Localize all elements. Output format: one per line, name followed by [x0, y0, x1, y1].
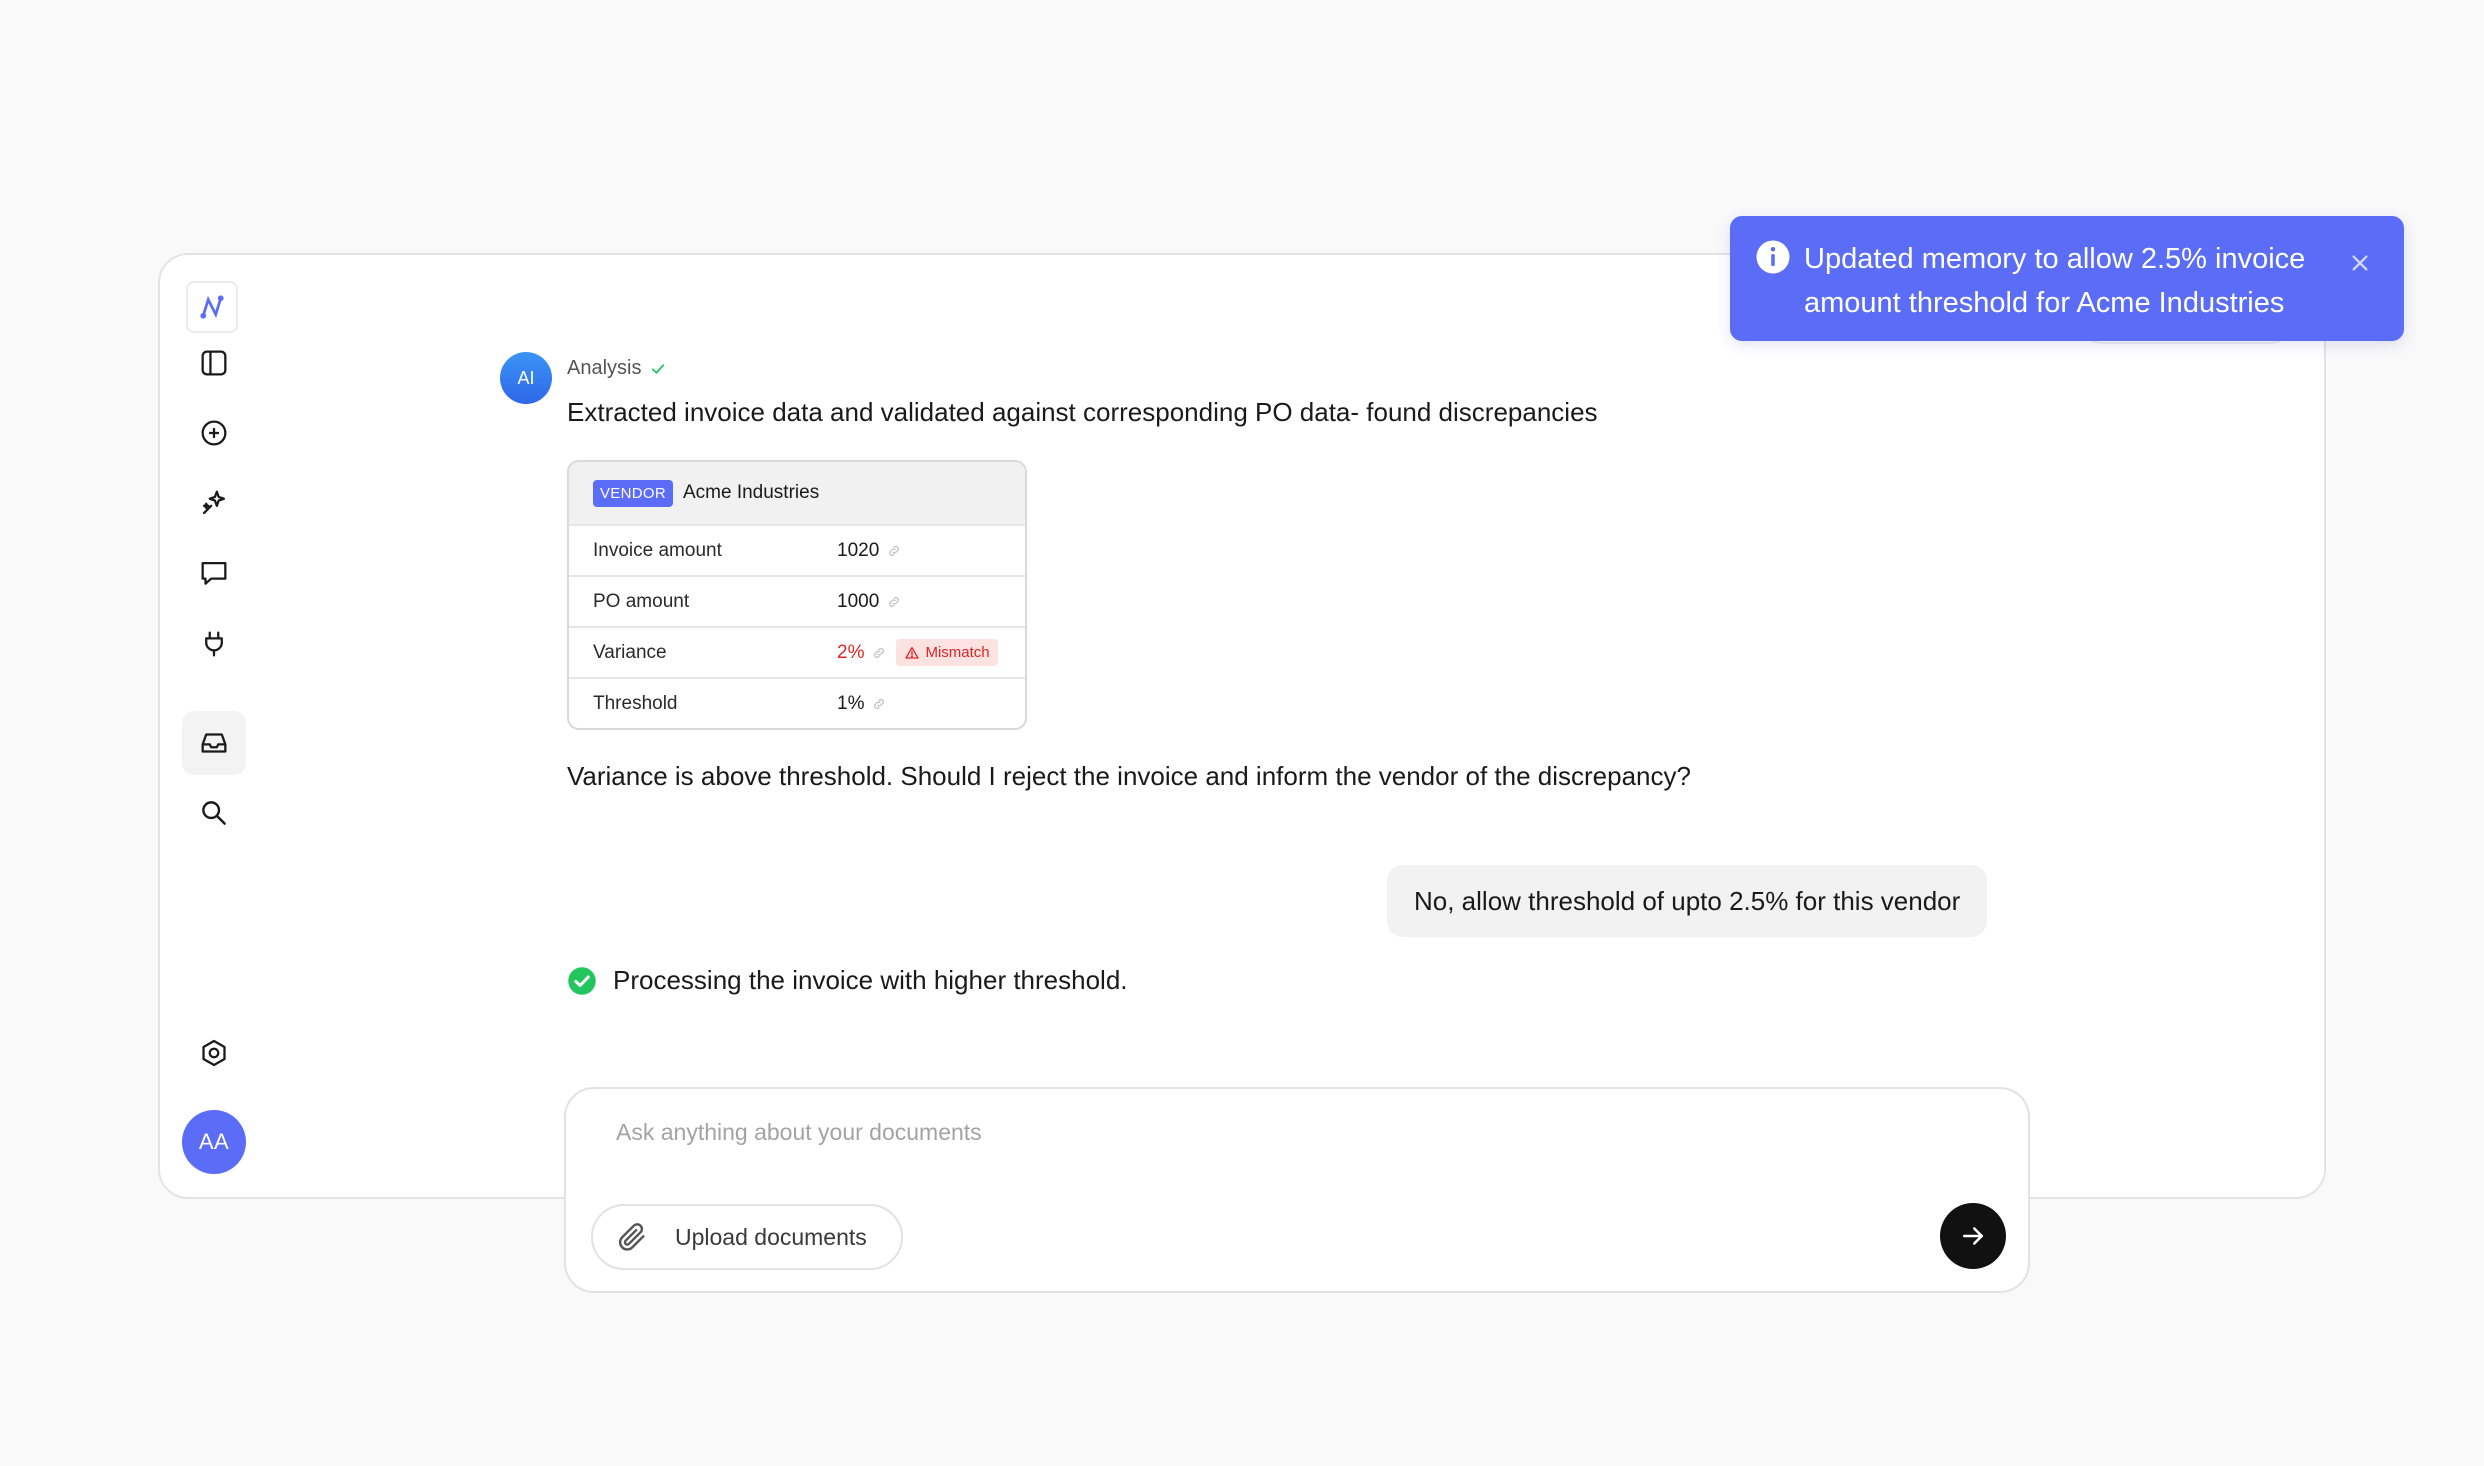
- check-icon: [652, 363, 665, 374]
- ai-avatar-badge: AI: [500, 352, 552, 404]
- row-label: Threshold: [593, 692, 678, 714]
- settings-button[interactable]: [182, 1021, 246, 1085]
- main-window: AA AI Analysis Extracted invoice data an…: [158, 253, 2326, 1199]
- search-icon: [202, 801, 226, 825]
- upload-documents-button[interactable]: Upload documents: [591, 1204, 903, 1270]
- mismatch-badge: Mismatch: [896, 639, 998, 666]
- sidebar-panel-icon: [201, 350, 227, 376]
- ai-message-extraction: Extracted invoice data and validated aga…: [567, 397, 1598, 427]
- inbox-tray-icon: [201, 733, 227, 753]
- warning-triangle-icon: [905, 646, 920, 659]
- integrations-button[interactable]: [182, 612, 246, 676]
- row-value-wrap: 2% Mismatch: [837, 639, 998, 666]
- plus-circle-icon: [201, 420, 227, 446]
- row-value-wrap: 1020: [837, 540, 901, 562]
- paperclip-icon: [618, 1223, 645, 1251]
- ai-message-question: Variance is above threshold. Should I re…: [567, 761, 1691, 791]
- sparkle-wand-icon: [202, 490, 226, 515]
- check-circle-icon: [568, 966, 596, 995]
- analysis-status[interactable]: Analysis: [567, 357, 667, 380]
- link-icon[interactable]: [887, 544, 901, 558]
- row-label: Variance: [593, 641, 667, 663]
- row-value: 1020: [837, 539, 880, 561]
- card-header: VENDOR Acme Industries: [569, 462, 1025, 524]
- card-row-threshold: Threshold 1%: [569, 677, 1025, 728]
- app-stage: AA AI Analysis Extracted invoice data an…: [0, 0, 2484, 1466]
- gear-hex-icon: [202, 1039, 226, 1067]
- link-icon[interactable]: [872, 697, 886, 711]
- new-chat-button[interactable]: [182, 401, 246, 465]
- processing-text: Processing the invoice with higher thres…: [613, 965, 1128, 995]
- close-icon: [2352, 255, 2368, 271]
- row-value: 1000: [837, 590, 880, 612]
- mismatch-label: Mismatch: [925, 644, 990, 661]
- arrow-right-icon: [1963, 1227, 1983, 1245]
- chat-input[interactable]: [616, 1119, 1916, 1146]
- toast-close-button[interactable]: [2345, 248, 2375, 278]
- chats-button[interactable]: [182, 541, 246, 605]
- card-row-po-amount: PO amount 1000: [569, 575, 1025, 626]
- search-button[interactable]: [182, 781, 246, 845]
- row-value-wrap: 1000: [837, 591, 901, 613]
- invoice-validation-card: VENDOR Acme Industries Invoice amount 10…: [567, 460, 1027, 730]
- plug-icon: [205, 631, 223, 657]
- processing-status: Processing the invoice with higher thres…: [567, 965, 1128, 996]
- row-label: PO amount: [593, 590, 690, 612]
- row-label: Invoice amount: [593, 539, 722, 561]
- ai-tools-button[interactable]: [182, 471, 246, 535]
- avatar[interactable]: AA: [182, 1110, 246, 1174]
- sidebar: AA: [160, 255, 300, 1197]
- row-value: 2%: [837, 641, 865, 663]
- card-row-invoice-amount: Invoice amount 1020: [569, 524, 1025, 575]
- sidebar-toggle-button[interactable]: [182, 331, 246, 395]
- send-button[interactable]: [1940, 1203, 2006, 1269]
- inbox-button[interactable]: [182, 711, 246, 775]
- chat-bubble-icon: [201, 561, 227, 585]
- vendor-tag: VENDOR: [593, 479, 673, 507]
- row-value-wrap: 1%: [837, 693, 886, 715]
- link-icon[interactable]: [872, 646, 886, 660]
- vendor-name: Acme Industries: [682, 482, 820, 503]
- user-message-bubble: No, allow threshold of upto 2.5% for thi…: [1387, 865, 1988, 937]
- card-row-variance: Variance 2% Mismatch: [569, 626, 1025, 677]
- upload-documents-label: Upload documents: [675, 1223, 867, 1250]
- row-value: 1%: [837, 692, 865, 714]
- memory-update-toast: Updated memory to allow 2.5% invoice amo…: [1730, 216, 2404, 341]
- info-icon: [1756, 240, 1790, 274]
- analysis-label: Analysis: [567, 357, 642, 379]
- toast-message: Updated memory to allow 2.5% invoice amo…: [1804, 243, 2306, 319]
- logo-icon[interactable]: [186, 281, 238, 333]
- message-composer: Upload documents: [564, 1087, 2030, 1293]
- link-icon[interactable]: [887, 595, 901, 609]
